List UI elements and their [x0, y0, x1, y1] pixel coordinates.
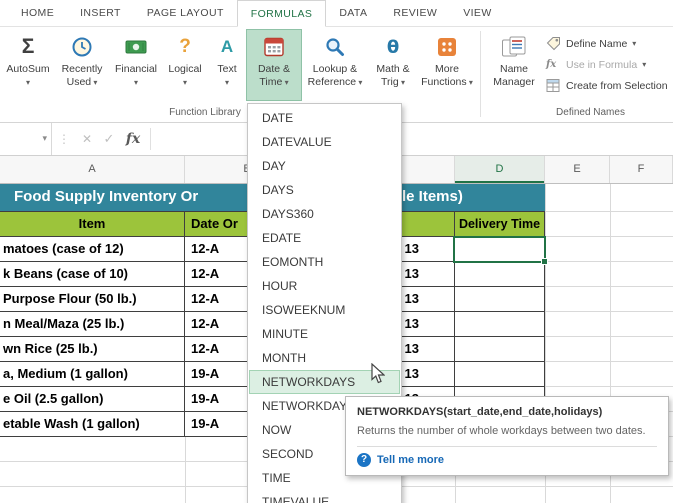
menu-item-minute[interactable]: MINUTE [249, 322, 400, 346]
date-received-fragment: 13 [404, 241, 419, 256]
menu-item-days[interactable]: DAYS [249, 178, 400, 202]
date-received-fragment: 13 [404, 266, 419, 281]
mouse-cursor [371, 362, 386, 389]
help-icon: ? [357, 453, 371, 467]
date-received-fragment: 13 [404, 291, 419, 306]
fill-handle[interactable] [541, 258, 548, 265]
excel-window: HOME INSERT PAGE LAYOUT FORMULAS DATA REVIEW V… [0, 0, 673, 503]
menu-item-eomonth[interactable]: EOMONTH [249, 250, 400, 274]
cell-item[interactable]: k Beans (case of 10) [0, 262, 185, 287]
divider [357, 446, 657, 447]
date-received-fragment: 13 [404, 341, 419, 356]
header-cell-item[interactable]: Item [0, 212, 185, 237]
menu-item-days360[interactable]: DAYS360 [249, 202, 400, 226]
cell-item[interactable]: a, Medium (1 gallon) [0, 362, 185, 387]
cell-delivery-time[interactable] [455, 362, 545, 387]
selected-cell[interactable] [453, 236, 548, 265]
date-received-fragment: 13 [404, 316, 419, 331]
cell-item[interactable]: n Meal/Maza (25 lb.) [0, 312, 185, 337]
cell-item[interactable]: etable Wash (1 gallon) [0, 412, 185, 437]
cell-item[interactable]: Purpose Flour (50 lb.) [0, 287, 185, 312]
menu-item-isoweeknum[interactable]: ISOWEEKNUM [249, 298, 400, 322]
tab-formulas[interactable]: FORMULAS [236, 0, 327, 27]
date-received-fragment: 13 [404, 366, 419, 381]
menu-item-day[interactable]: DAY [249, 154, 400, 178]
cell-item[interactable]: wn Rice (25 lb.) [0, 337, 185, 362]
menu-item-date[interactable]: DATE [249, 106, 400, 130]
cell-delivery-time[interactable] [455, 312, 545, 337]
tooltip-body: Returns the number of whole workdays bet… [357, 425, 646, 437]
tell-me-more-label: Tell me more [377, 454, 445, 466]
cell-delivery-time[interactable] [455, 287, 545, 312]
header-cell-delivery-time[interactable]: Delivery Time [455, 212, 545, 237]
function-tooltip: NETWORKDAYS(start_date,end_date,holidays… [345, 396, 669, 476]
sheet-title-right-fragment: le Items) [402, 188, 463, 205]
cell-item[interactable]: e Oil (2.5 gallon) [0, 387, 185, 412]
cell-delivery-time[interactable] [455, 262, 545, 287]
cell-item[interactable]: matoes (case of 12) [0, 237, 185, 262]
tell-me-more-link[interactable]: ? Tell me more [357, 453, 657, 467]
menu-item-edate[interactable]: EDATE [249, 226, 400, 250]
tooltip-title: NETWORKDAYS(start_date,end_date,holidays… [357, 406, 603, 418]
sheet-title-left-fragment: Food Supply Inventory Or [14, 188, 199, 205]
menu-item-datevalue[interactable]: DATEVALUE [249, 130, 400, 154]
cell-delivery-time[interactable] [455, 337, 545, 362]
menu-item-timevalue[interactable]: TIMEVALUE [249, 490, 400, 503]
menu-item-hour[interactable]: HOUR [249, 274, 400, 298]
